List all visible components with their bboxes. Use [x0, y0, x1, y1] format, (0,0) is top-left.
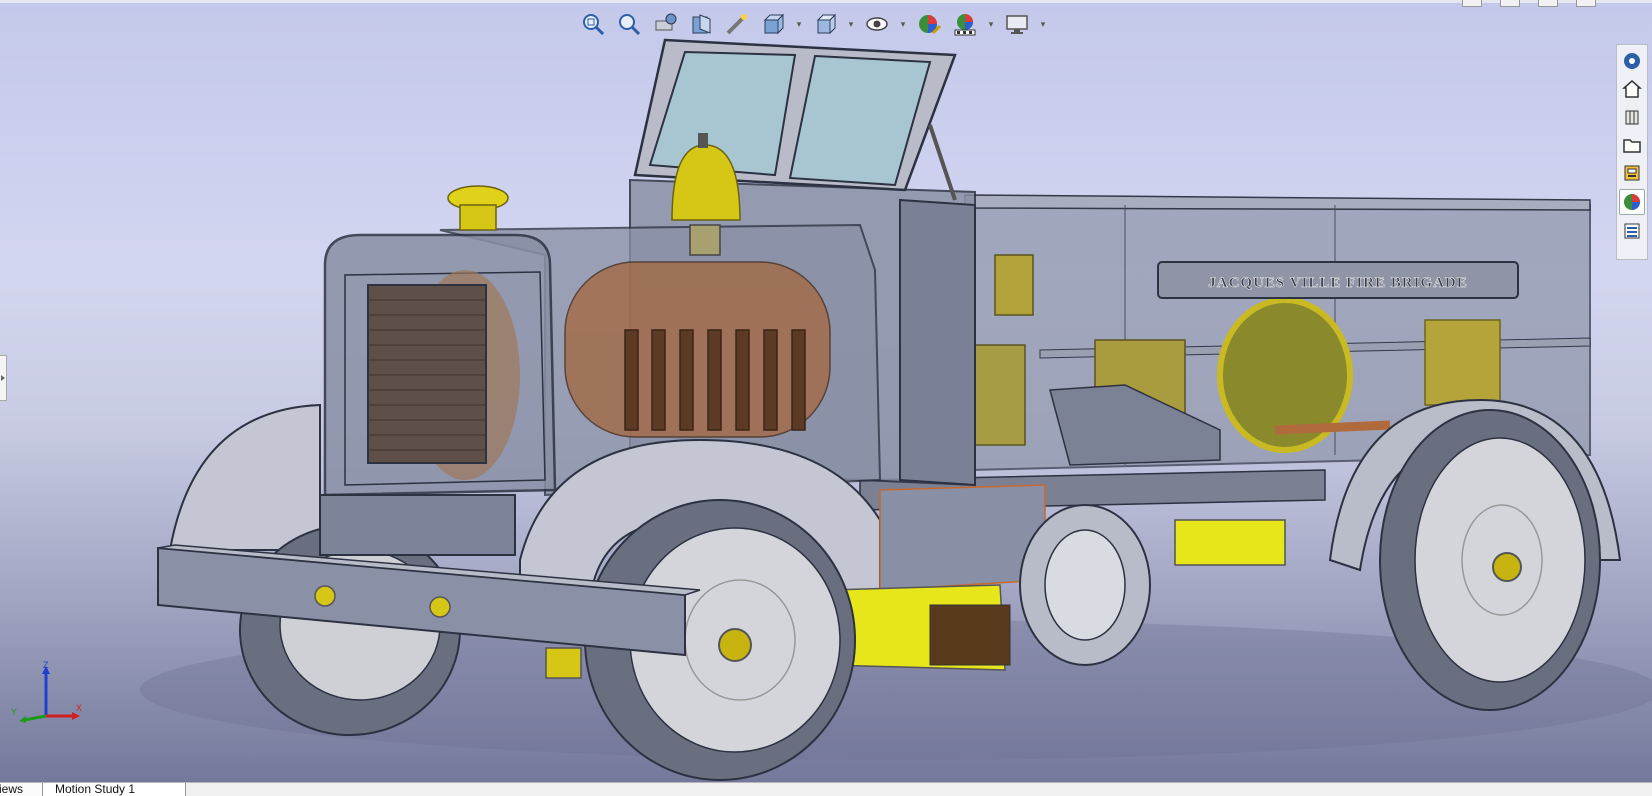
bottom-tab-bar: iews Motion Study 1	[0, 782, 1652, 796]
feature-manager-collapse-tab[interactable]	[0, 355, 7, 401]
folder-icon	[1623, 139, 1641, 153]
edit-appearance-button[interactable]	[914, 9, 944, 39]
design-library-icon	[1625, 110, 1639, 125]
apply-scene-dropdown[interactable]: ▾	[986, 9, 996, 39]
dynamic-annotation-icon	[726, 14, 747, 35]
front-left-fender	[168, 403, 321, 551]
heads-up-view-toolbar: ▾ ▾ ▾ ▾ ▾	[578, 6, 1048, 42]
brass-tank	[1424, 319, 1501, 406]
triad-x-label: X	[76, 703, 83, 713]
nameplate-text: JACQUES VILLE FIRE BRIGADE	[1208, 275, 1468, 291]
tab-motion-study-1[interactable]: Motion Study 1	[42, 783, 186, 796]
rear-wheel	[1379, 409, 1601, 711]
task-pane-appearances[interactable]	[1619, 189, 1645, 215]
display-style-dropdown[interactable]: ▾	[846, 9, 856, 39]
task-pane-home[interactable]	[1620, 77, 1644, 101]
hide-show-items-button[interactable]	[862, 9, 892, 39]
window-minimize-edge[interactable]	[1462, 0, 1482, 7]
zoom-to-area-button[interactable]	[614, 9, 644, 39]
triad-axes-icon	[19, 666, 80, 723]
fire-truck-model[interactable]: JACQUES VILLE FIRE BRIGADE	[0, 0, 1652, 782]
apply-scene-icon	[954, 14, 976, 36]
view-settings-monitor-icon	[1006, 15, 1028, 34]
copper-boiler	[564, 261, 831, 438]
task-pane-file-explorer[interactable]	[1620, 133, 1644, 157]
hide-show-items-dropdown[interactable]: ▾	[898, 9, 908, 39]
task-pane-view-palette[interactable]	[1620, 161, 1644, 185]
zoom-to-fit-button[interactable]	[578, 9, 608, 39]
edit-appearance-icon	[919, 15, 942, 35]
tab-label: Motion Study 1	[55, 783, 136, 796]
apply-scene-button[interactable]	[950, 9, 980, 39]
view-orientation-dropdown[interactable]: ▾	[794, 9, 804, 39]
view-settings-button[interactable]	[1002, 9, 1032, 39]
zoom-to-area-icon	[619, 14, 641, 36]
appearances-globe-icon	[1624, 194, 1640, 210]
grille	[367, 284, 487, 464]
triad-z-label: Z	[43, 660, 49, 670]
solidworks-resources-icon	[1624, 53, 1640, 69]
window-restore-edge[interactable]	[1500, 0, 1520, 7]
window-maximize-edge[interactable]	[1538, 0, 1558, 7]
view-palette-icon	[1624, 165, 1640, 181]
reference-triad: Z Y X	[8, 660, 88, 730]
home-icon	[1622, 80, 1642, 98]
task-pane-resources[interactable]	[1620, 49, 1644, 73]
flywheel	[1019, 504, 1151, 666]
section-view-icon	[692, 14, 711, 34]
view-settings-dropdown[interactable]: ▾	[1038, 9, 1048, 39]
previous-view-button[interactable]	[650, 9, 680, 39]
graphics-area[interactable]: JACQUES VILLE FIRE BRIGADE ▾ ▾ ▾ ▾ ▾ Z Y…	[0, 0, 1652, 782]
view-orientation-icon	[763, 13, 785, 35]
section-view-button[interactable]	[686, 9, 716, 39]
radiator-cap	[447, 185, 509, 231]
previous-view-icon	[655, 13, 677, 31]
chevron-right-icon	[1, 375, 5, 381]
tab-label: iews	[0, 783, 24, 796]
window-close-edge[interactable]	[1576, 0, 1596, 7]
custom-properties-icon	[1624, 223, 1640, 239]
display-style-icon	[816, 13, 837, 35]
task-pane-design-library[interactable]	[1620, 105, 1644, 129]
triad-y-label: Y	[11, 707, 18, 717]
radiator-front	[323, 233, 557, 497]
task-pane	[1616, 44, 1648, 260]
display-style-button[interactable]	[810, 9, 840, 39]
view-orientation-button[interactable]	[758, 9, 788, 39]
dynamic-annotation-button[interactable]	[722, 9, 752, 39]
hide-show-eye-icon	[866, 17, 888, 31]
task-pane-custom-properties[interactable]	[1620, 219, 1644, 243]
zoom-to-fit-icon	[583, 14, 605, 36]
